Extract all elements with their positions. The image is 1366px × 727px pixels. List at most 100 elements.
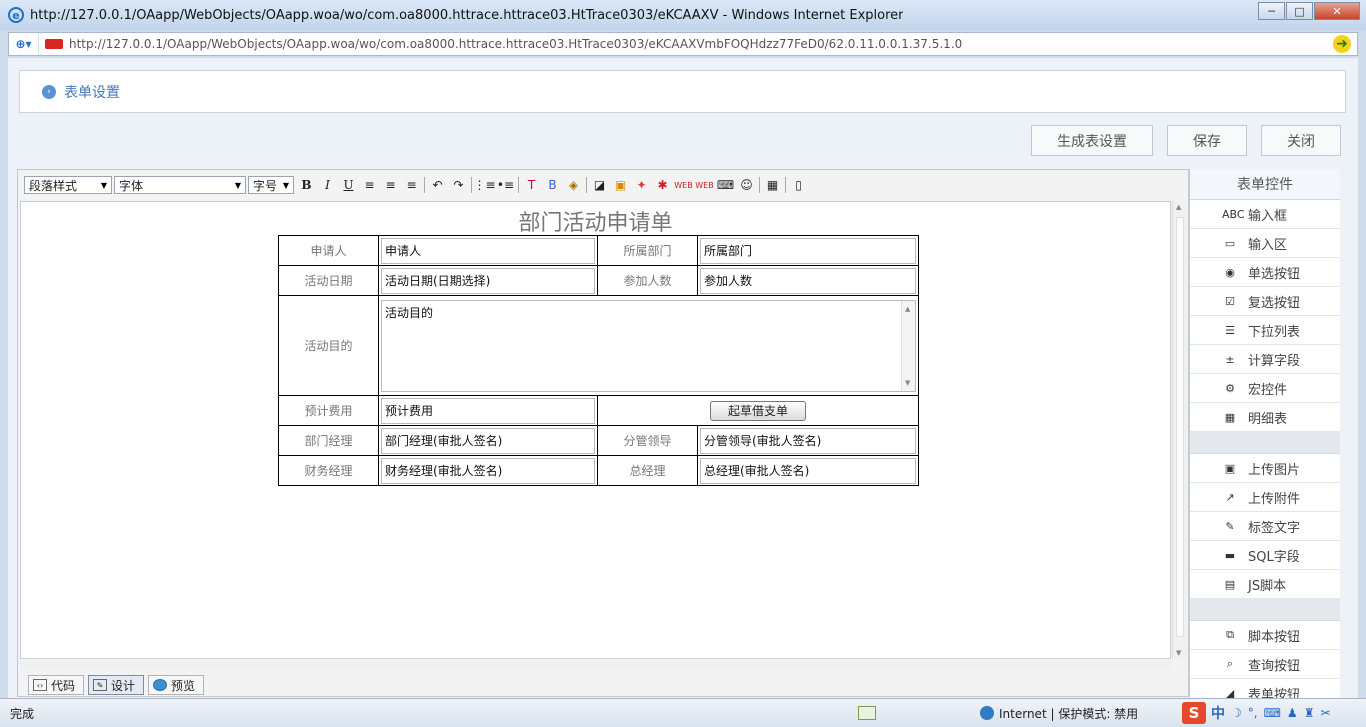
align-left-icon[interactable]: ≡ xyxy=(359,175,380,196)
tab-code[interactable]: ‹› 代码 xyxy=(28,675,85,695)
ordered-list-icon[interactable]: ⋮≡ xyxy=(473,175,495,196)
control-item[interactable]: ◉ 单选按钮 xyxy=(1190,258,1340,287)
insert-image-icon[interactable]: ▣ xyxy=(610,175,631,196)
control-item[interactable]: ▬ SQL字段 xyxy=(1190,541,1340,570)
ime-language[interactable]: 中 xyxy=(1211,703,1225,723)
chevron-down-icon: ▼ xyxy=(100,180,107,190)
control-item[interactable]: ABC 输入框 xyxy=(1190,200,1340,229)
applicant-cell: 申请人 xyxy=(378,235,598,266)
address-bar[interactable]: ⊕▾ http://127.0.0.1/OAapp/WebObjects/OAa… xyxy=(8,32,1358,56)
undo-icon[interactable]: ↶ xyxy=(427,175,448,196)
control-item[interactable]: ↗ 上传附件 xyxy=(1190,483,1340,512)
close-window-button[interactable]: ✕ xyxy=(1314,2,1360,20)
budget-field[interactable]: 预计费用 xyxy=(381,397,595,424)
redo-icon[interactable]: ↷ xyxy=(448,175,469,196)
flash-icon[interactable]: ✦ xyxy=(631,175,652,196)
activity-date-field[interactable]: 活动日期(日期选择) xyxy=(381,267,595,294)
textarea-scrollbar[interactable]: ▲ ▼ xyxy=(901,300,915,391)
control-item-label: 下拉列表 xyxy=(1248,324,1301,340)
general-manager-field[interactable]: 总经理(审批人签名) xyxy=(700,457,916,484)
align-center-icon[interactable]: ≡ xyxy=(380,175,401,196)
close-button[interactable]: 关闭 xyxy=(1261,125,1341,156)
editor-canvas[interactable]: 部门活动申请单 申请人 申请人 所属部门 所属部门 活动日期 活动日期(日期选择… xyxy=(20,201,1171,659)
scroll-down-icon[interactable]: ▼ xyxy=(905,379,910,387)
html-editor: 段落样式 ▼ 字体 ▼ 字号 ▼ B I U ≡ ≡ ≡ ↶ ↷ ⋮≡ •≡ T B … xyxy=(17,169,1189,697)
control-item[interactable]: ✎ 标签文字 xyxy=(1190,512,1340,541)
control-item[interactable]: ▤ JS脚本 xyxy=(1190,570,1340,599)
control-item[interactable]: ◢ 表单按钮 xyxy=(1190,679,1340,698)
emoticon-icon[interactable]: ☺ xyxy=(736,175,757,196)
department-field[interactable]: 所属部门 xyxy=(700,237,916,264)
control-item[interactable]: ▭ 输入区 xyxy=(1190,229,1340,258)
special-char-icon[interactable]: ✱ xyxy=(652,175,673,196)
punctuation-icon[interactable]: °, xyxy=(1248,706,1258,720)
control-item-label: 单选按钮 xyxy=(1248,266,1301,282)
paragraph-style-select[interactable]: 段落样式 ▼ xyxy=(24,176,112,194)
moon-icon[interactable]: ☽ xyxy=(1231,706,1242,720)
security-icon[interactable] xyxy=(858,706,876,720)
certificate-error-icon[interactable] xyxy=(45,39,63,49)
control-item[interactable]: ☰ 下拉列表 xyxy=(1190,316,1340,345)
security-zone[interactable]: Internet | 保护模式: 禁用 xyxy=(980,705,1138,722)
unlink-icon[interactable]: WEB xyxy=(694,175,715,196)
table-icon[interactable]: ▦ xyxy=(762,175,783,196)
table-row: 活动目的 活动目的 ▲ ▼ xyxy=(278,295,919,396)
draft-loan-button[interactable]: 起草借支单 xyxy=(710,400,806,421)
control-item-label: 输入框 xyxy=(1248,208,1288,224)
horizontal-scrollbar[interactable] xyxy=(20,660,1171,670)
purpose-text: 活动目的 xyxy=(385,305,434,320)
underline-button[interactable]: U xyxy=(338,175,359,196)
text-color-icon[interactable]: T xyxy=(521,175,542,196)
toolbar-divider xyxy=(424,177,425,193)
finance-manager-field[interactable]: 财务经理(审批人签名) xyxy=(381,457,595,484)
dept-manager-field[interactable]: 部门经理(审批人签名) xyxy=(381,427,595,454)
minimize-button[interactable]: ─ xyxy=(1258,2,1285,20)
anchor-icon[interactable]: ⌨ xyxy=(715,175,736,196)
bullet-list-icon[interactable]: •≡ xyxy=(495,175,516,196)
purpose-label: 活动目的 xyxy=(278,295,379,396)
align-right-icon[interactable]: ≡ xyxy=(401,175,422,196)
font-size-select[interactable]: 字号 ▼ xyxy=(248,176,294,194)
form-controls-panel: 表单控件 ABC 输入框 ▭ 输入区 ◉ 单选按钮 ☑ 复选按钮 ☰ 下拉列表 ± 计算字段 ⚙ 宏控件 ▦… xyxy=(1189,169,1340,698)
scroll-up-icon[interactable]: ▲ xyxy=(1176,203,1181,211)
user-icon[interactable]: ♟ xyxy=(1287,706,1298,720)
scrollbar-thumb[interactable] xyxy=(1176,217,1184,637)
generate-table-button[interactable]: 生成表设置 xyxy=(1031,125,1153,156)
control-item[interactable]: ± 计算字段 xyxy=(1190,345,1340,374)
background-color-icon[interactable]: B xyxy=(542,175,563,196)
bold-button[interactable]: B xyxy=(296,175,317,196)
control-item[interactable]: ⧉ 脚本按钮 xyxy=(1190,621,1340,650)
page-menu-icon[interactable]: ⊕▾ xyxy=(9,33,39,55)
web-link-icon[interactable]: WEB xyxy=(673,175,694,196)
italic-button[interactable]: I xyxy=(317,175,338,196)
font-select[interactable]: 字体 ▼ xyxy=(114,176,246,194)
control-item[interactable]: ▦ 明细表 xyxy=(1190,403,1340,432)
chevron-down-icon: ▼ xyxy=(234,180,241,190)
control-item[interactable]: ⚙ 宏控件 xyxy=(1190,374,1340,403)
scroll-down-icon[interactable]: ▼ xyxy=(1176,649,1181,657)
line-icon[interactable]: ◪ xyxy=(589,175,610,196)
participants-cell: 参加人数 xyxy=(697,265,919,296)
applicant-field[interactable]: 申请人 xyxy=(381,237,595,264)
shirt-icon[interactable]: ♜ xyxy=(1304,706,1315,720)
tools-icon[interactable]: ✂ xyxy=(1320,706,1330,720)
ime-toolbar[interactable]: S 中 ☽ °, ⌨ ♟ ♜ ✂ xyxy=(1182,702,1337,724)
new-page-icon[interactable]: ▯ xyxy=(788,175,809,196)
maximize-button[interactable]: □ xyxy=(1286,2,1313,20)
control-item[interactable]: ▣ 上传图片 xyxy=(1190,454,1340,483)
participants-field[interactable]: 参加人数 xyxy=(700,267,916,294)
tab-design[interactable]: ✎ 设计 xyxy=(88,675,145,695)
scroll-up-icon[interactable]: ▲ xyxy=(905,305,910,313)
go-icon[interactable]: ➜ xyxy=(1333,35,1351,53)
tab-preview[interactable]: 预览 xyxy=(148,675,205,695)
url-field[interactable]: http://127.0.0.1/OAapp/WebObjects/OAapp.… xyxy=(69,37,1333,51)
clear-format-icon[interactable]: ◈ xyxy=(563,175,584,196)
leader-field[interactable]: 分管领导(审批人签名) xyxy=(700,427,916,454)
editor-scrollbar[interactable]: ▲ ▼ xyxy=(1172,201,1187,659)
save-button[interactable]: 保存 xyxy=(1167,125,1247,156)
purpose-textarea[interactable]: 活动目的 ▲ ▼ xyxy=(381,299,916,392)
control-item[interactable]: ⌕ 查询按钮 xyxy=(1190,650,1340,679)
control-item[interactable]: ☑ 复选按钮 xyxy=(1190,287,1340,316)
editor-toolbar: 段落样式 ▼ 字体 ▼ 字号 ▼ B I U ≡ ≡ ≡ ↶ ↷ ⋮≡ •≡ T B … xyxy=(24,174,809,196)
keyboard-icon[interactable]: ⌨ xyxy=(1264,706,1281,720)
